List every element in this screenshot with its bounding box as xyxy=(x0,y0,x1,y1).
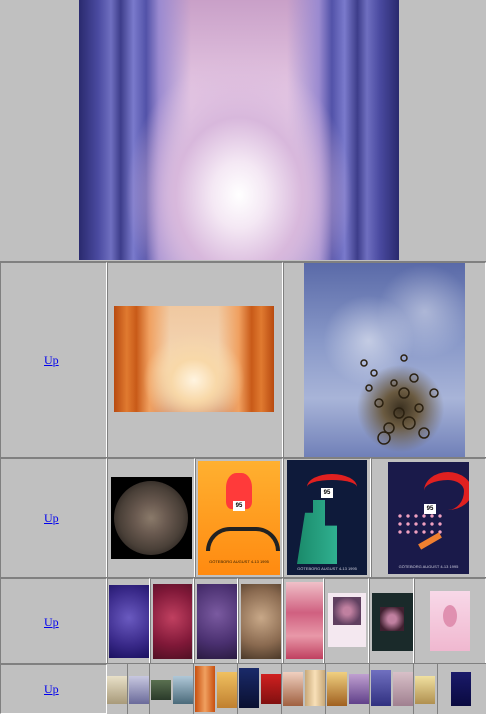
sphere-cluster xyxy=(114,481,188,555)
particle-swirl xyxy=(360,354,439,445)
thumbnail-artwork[interactable] xyxy=(241,584,281,659)
artwork-cell xyxy=(107,458,195,578)
artwork-cell: 95 GÖTEBORG AUGUST 4-13 1995 xyxy=(195,458,283,578)
cell-divider xyxy=(325,664,326,714)
artwork-cell xyxy=(283,578,324,664)
thumbnail-artwork[interactable] xyxy=(305,670,325,706)
artwork-cell xyxy=(324,578,369,664)
orange-poster-thumbnail[interactable]: 95 GÖTEBORG AUGUST 4-13 1995 xyxy=(198,461,280,575)
artwork-cell xyxy=(414,578,486,664)
thumbnail-artwork[interactable] xyxy=(393,672,413,706)
artwork-cell xyxy=(369,578,414,664)
up-cell: Up xyxy=(0,458,107,578)
cell-divider xyxy=(237,664,238,714)
thumbnail-artwork[interactable] xyxy=(286,582,323,659)
thumbnail-artwork[interactable] xyxy=(415,676,435,704)
up-cell: Up xyxy=(0,578,107,664)
cell-divider xyxy=(281,664,282,714)
artwork-cell xyxy=(238,578,283,664)
poster-caption: GÖTEBORG AUGUST 4-13 1995 xyxy=(297,566,357,571)
thumbnail-artwork[interactable] xyxy=(371,670,391,706)
thumbnail-artwork[interactable] xyxy=(372,593,413,651)
cell-divider xyxy=(437,664,438,714)
up-cell: Up xyxy=(0,262,107,458)
thumbnail-artwork[interactable] xyxy=(451,672,471,706)
orange-corridor-thumbnail[interactable] xyxy=(114,306,274,412)
thumbnail-artwork[interactable] xyxy=(261,674,281,704)
black-sphere-thumbnail[interactable] xyxy=(111,477,192,559)
pattern-square xyxy=(380,607,404,631)
poster-caption: GÖTEBORG AUGUST 4-13 1995 xyxy=(209,559,269,564)
poster-caption: GÖTEBORG AUGUST 4-13 1995 xyxy=(398,564,459,569)
cell-divider xyxy=(413,664,414,714)
navy-poster-thumbnail[interactable]: 95 GÖTEBORG AUGUST 4-13 1995 xyxy=(287,460,367,575)
thumbnail-artwork[interactable] xyxy=(107,676,127,704)
gallery-row-3: Up xyxy=(0,578,486,664)
cell-divider xyxy=(149,664,150,714)
up-link[interactable]: Up xyxy=(44,682,59,697)
badge-label: 95 xyxy=(321,488,333,498)
thumbnail-artwork[interactable] xyxy=(197,584,237,659)
thumbnail-artwork[interactable] xyxy=(195,666,215,712)
artwork-cell xyxy=(194,578,238,664)
thumbnail-artwork[interactable] xyxy=(327,672,347,706)
gallery-row-4: Up xyxy=(0,664,486,714)
artwork-cell xyxy=(107,578,150,664)
artwork-cell xyxy=(107,262,283,458)
artwork-cell xyxy=(150,578,194,664)
thumbnail-artwork[interactable] xyxy=(283,672,303,706)
thumbnail-artwork[interactable] xyxy=(109,585,149,658)
thumbnail-artwork[interactable] xyxy=(129,676,149,704)
thumbnail-artwork[interactable] xyxy=(430,591,470,651)
cell-divider xyxy=(193,664,194,714)
figure-icon xyxy=(443,605,457,627)
purple-poster-thumbnail[interactable]: 95 GÖTEBORG AUGUST 4-13 1995 xyxy=(388,462,469,574)
artwork-cell: 95 GÖTEBORG AUGUST 4-13 1995 xyxy=(283,458,371,578)
thumbnail-artwork[interactable] xyxy=(349,674,369,704)
thumbnail-artwork[interactable] xyxy=(153,584,192,659)
cell-divider xyxy=(369,664,370,714)
up-link[interactable]: Up xyxy=(44,511,59,526)
thumbnail-artwork[interactable] xyxy=(173,676,193,704)
gallery-row-2: Up 95 GÖTEBORG AUGUST 4-13 1995 95 GÖTEB… xyxy=(0,458,486,578)
up-cell: Up xyxy=(0,664,107,714)
up-link[interactable]: Up xyxy=(44,353,59,368)
thumbnail-artwork[interactable] xyxy=(151,680,171,700)
bridge-shape xyxy=(206,527,280,551)
green-crane-shape xyxy=(297,500,337,564)
artwork-cell: 95 GÖTEBORG AUGUST 4-13 1995 xyxy=(371,458,486,578)
badge-label: 95 xyxy=(233,501,245,511)
pattern-square xyxy=(333,597,361,625)
gallery-row-1: Up xyxy=(0,262,486,458)
thumbnail-artwork[interactable] xyxy=(217,672,237,708)
thumbnail-artwork[interactable] xyxy=(328,593,366,647)
hero-image[interactable] xyxy=(79,0,399,260)
cell-divider xyxy=(127,664,128,714)
up-link[interactable]: Up xyxy=(44,615,59,630)
thumbnail-artwork[interactable] xyxy=(239,668,259,708)
blue-particles-thumbnail[interactable] xyxy=(304,263,465,457)
hero-row xyxy=(0,0,486,262)
artwork-cell xyxy=(283,262,486,458)
